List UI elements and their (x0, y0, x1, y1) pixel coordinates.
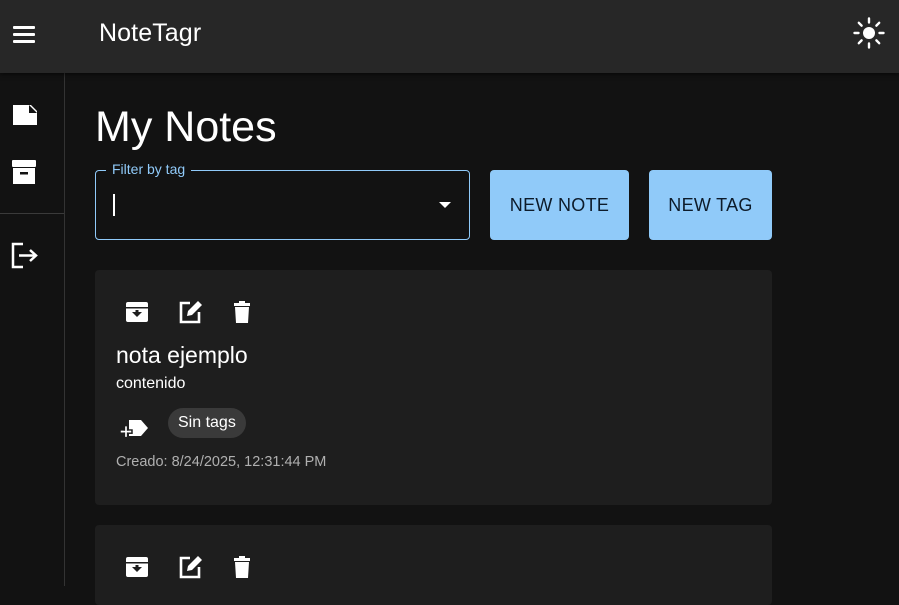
created-label: Creado: (116, 454, 168, 470)
sidebar-divider (0, 213, 64, 214)
created-date: Creado: 8/24/2025, 12:31:44 PM (116, 454, 326, 470)
page-title: My Notes (95, 103, 277, 151)
filter-label: Filter by tag (106, 161, 192, 177)
new-tag-button[interactable]: NEW TAG (649, 170, 772, 240)
sun-icon[interactable] (852, 16, 886, 50)
note-card: nota ejemplo contenido Sin tags Creado: 8… (95, 270, 772, 505)
logout-icon[interactable] (8, 239, 40, 271)
delete-icon[interactable] (228, 298, 256, 326)
tag-chip: Sin tags (168, 408, 246, 438)
filter-by-tag-select[interactable]: Filter by tag (95, 161, 470, 240)
sidebar (0, 73, 65, 586)
app-bar: NoteTagr (0, 0, 899, 73)
add-tag-icon[interactable] (119, 416, 150, 442)
archive-icon[interactable] (123, 298, 151, 326)
menu-icon[interactable] (10, 22, 38, 46)
note-card (95, 525, 772, 605)
archive-icon[interactable] (123, 553, 151, 581)
note-icon[interactable] (8, 99, 40, 131)
note-content: contenido (116, 375, 186, 392)
edit-icon[interactable] (176, 298, 204, 326)
created-value: 8/24/2025, 12:31:44 PM (171, 454, 327, 470)
text-cursor (113, 194, 115, 216)
app-title: NoteTagr (99, 19, 202, 47)
note-title: nota ejemplo (116, 342, 248, 368)
delete-icon[interactable] (228, 553, 256, 581)
dropdown-arrow-icon[interactable] (439, 202, 451, 208)
new-note-button[interactable]: NEW NOTE (490, 170, 629, 240)
archive-box-icon[interactable] (8, 157, 40, 189)
edit-icon[interactable] (176, 553, 204, 581)
